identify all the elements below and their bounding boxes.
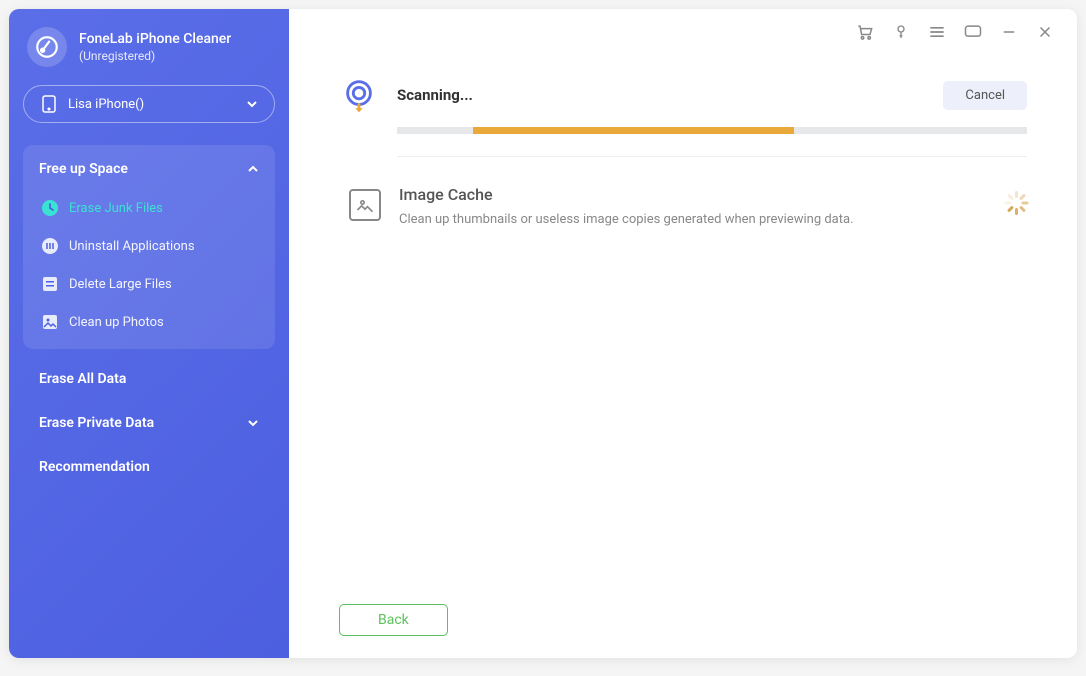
apps-icon <box>41 237 59 255</box>
scan-item-title: Image Cache <box>399 185 854 204</box>
app-logo-icon <box>27 27 67 67</box>
sidebar-item-label: Clean up Photos <box>69 315 164 330</box>
sidebar-item-label: Erase Private Data <box>39 415 154 431</box>
sidebar-item-recommendation[interactable]: Recommendation <box>23 445 275 489</box>
app-header: FoneLab iPhone Cleaner (Unregistered) <box>23 27 275 67</box>
sidebar-item-label: Recommendation <box>39 459 150 475</box>
file-icon <box>41 275 59 293</box>
scan-target-icon <box>339 75 379 115</box>
app-window: FoneLab iPhone Cleaner (Unregistered) Li… <box>9 9 1077 658</box>
sidebar-item-erase-all-data[interactable]: Erase All Data <box>23 357 275 401</box>
sidebar-item-uninstall-applications[interactable]: Uninstall Applications <box>23 227 275 265</box>
device-name: Lisa iPhone() <box>68 97 144 112</box>
app-title: FoneLab iPhone Cleaner <box>79 31 231 47</box>
scan-item-description: Clean up thumbnails or useless image cop… <box>399 212 854 227</box>
sidebar-item-clean-up-photos[interactable]: Clean up Photos <box>23 303 275 341</box>
image-icon <box>349 189 381 221</box>
scan-title-row: Scanning... <box>397 86 925 104</box>
app-subtitle: (Unregistered) <box>79 49 231 63</box>
photo-icon <box>41 313 59 331</box>
chevron-down-icon <box>247 419 259 427</box>
device-selector[interactable]: Lisa iPhone() <box>23 85 275 123</box>
scan-row-image-cache: Image Cache Clean up thumbnails or usele… <box>339 185 1027 227</box>
sidebar-item-label: Delete Large Files <box>69 277 172 292</box>
progress-bar <box>397 127 1027 134</box>
sidebar-item-erase-junk-files[interactable]: Erase Junk Files <box>23 189 275 227</box>
sidebar-item-label: Erase Junk Files <box>69 201 163 216</box>
close-icon[interactable] <box>1035 22 1055 42</box>
scan-header: Scanning... Cancel <box>339 75 1027 115</box>
progress-fill <box>473 127 794 134</box>
nav-header-label: Free up Space <box>39 161 128 177</box>
key-icon[interactable] <box>891 22 911 42</box>
scan-status-label: Scanning... <box>397 86 473 104</box>
clock-icon <box>41 199 59 217</box>
chevron-up-icon <box>247 165 259 173</box>
loading-spinner-icon <box>1003 191 1027 215</box>
phone-icon <box>40 95 58 113</box>
cancel-button[interactable]: Cancel <box>943 81 1027 110</box>
nav-section-free-up-space: Free up Space Erase Junk Files Uninstall… <box>23 145 275 349</box>
minimize-icon[interactable] <box>999 22 1019 42</box>
footer: Back <box>289 588 1077 658</box>
feedback-icon[interactable] <box>963 22 983 42</box>
titlebar <box>289 9 1077 55</box>
sidebar-item-label: Uninstall Applications <box>69 239 195 254</box>
content-area: Scanning... Cancel Image Cache Clean up … <box>289 55 1077 588</box>
chevron-down-icon <box>246 100 258 108</box>
menu-icon[interactable] <box>927 22 947 42</box>
back-button[interactable]: Back <box>339 604 448 636</box>
app-title-box: FoneLab iPhone Cleaner (Unregistered) <box>79 31 231 63</box>
sidebar-item-label: Erase All Data <box>39 371 126 387</box>
cart-icon[interactable] <box>855 22 875 42</box>
main-content: Scanning... Cancel Image Cache Clean up … <box>289 9 1077 658</box>
divider <box>397 156 1027 157</box>
nav-header-free-up-space[interactable]: Free up Space <box>23 149 275 189</box>
sidebar-item-delete-large-files[interactable]: Delete Large Files <box>23 265 275 303</box>
sidebar: FoneLab iPhone Cleaner (Unregistered) Li… <box>9 9 289 658</box>
scan-row-text: Image Cache Clean up thumbnails or usele… <box>399 185 854 227</box>
sidebar-item-erase-private-data[interactable]: Erase Private Data <box>23 401 275 445</box>
